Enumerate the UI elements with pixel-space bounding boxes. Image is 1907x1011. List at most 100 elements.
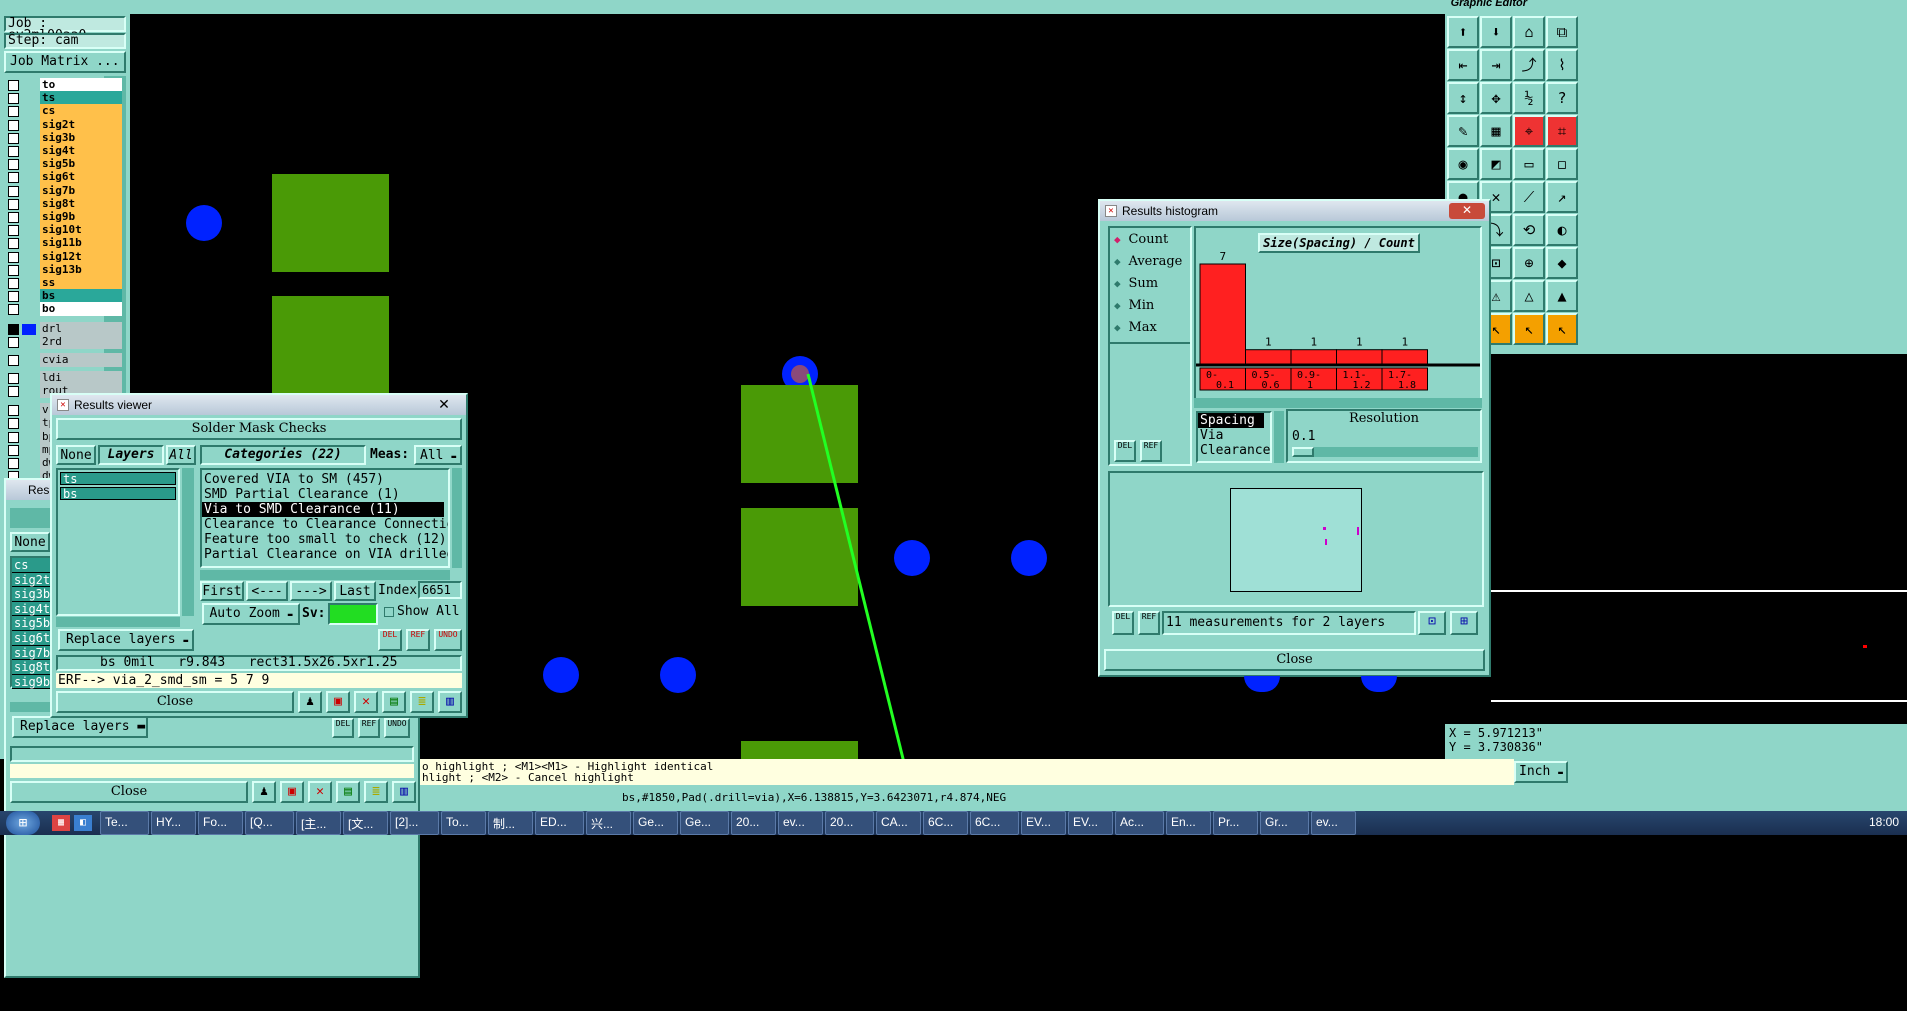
layer-checkbox[interactable] bbox=[8, 132, 19, 144]
layer-name[interactable]: sig10t bbox=[40, 223, 122, 238]
back-ref-button[interactable]: REF bbox=[358, 718, 380, 738]
smd-pad[interactable] bbox=[272, 296, 389, 394]
back-result-item[interactable]: sig2t bbox=[12, 572, 52, 588]
index-input[interactable]: 6651 bbox=[418, 581, 462, 599]
layer-checkbox[interactable] bbox=[8, 304, 19, 316]
smd-pad[interactable] bbox=[741, 385, 858, 483]
taskbar-item[interactable]: Pr... bbox=[1213, 811, 1258, 835]
person-icon[interactable]: ♟ bbox=[252, 781, 276, 803]
taskbar-item[interactable]: [主... bbox=[296, 811, 341, 835]
taskbar-item[interactable]: ev... bbox=[1311, 811, 1356, 835]
layer-name[interactable]: cvia bbox=[40, 352, 122, 367]
arrow-icon[interactable]: ↗ bbox=[1546, 181, 1578, 213]
layer-name[interactable]: sig12t bbox=[40, 249, 122, 264]
back-result-item[interactable]: cs bbox=[12, 558, 52, 573]
layer-row[interactable]: cvia bbox=[6, 352, 124, 368]
import-icon[interactable]: ⇤ bbox=[1447, 49, 1479, 81]
first-button[interactable]: First bbox=[200, 581, 244, 601]
taskbar-item[interactable]: To... bbox=[441, 811, 486, 835]
taskbar-item[interactable]: [2]... bbox=[390, 811, 439, 835]
layer-name[interactable]: sig5b bbox=[40, 157, 122, 172]
meas-dropdown[interactable]: All ▬ bbox=[414, 445, 462, 465]
layer-name[interactable]: to bbox=[40, 78, 122, 92]
resolution-slider[interactable] bbox=[1292, 447, 1478, 457]
shape-icon[interactable]: ◩ bbox=[1480, 148, 1512, 180]
categories-vscroll[interactable] bbox=[452, 468, 462, 568]
chart-icon[interactable]: ▥ bbox=[438, 691, 462, 713]
back-result-item[interactable]: sig5b bbox=[12, 616, 52, 631]
taskbar-item[interactable]: Te... bbox=[100, 811, 149, 835]
result-layer-item[interactable]: ts bbox=[60, 472, 176, 485]
select4-icon[interactable]: ↖ bbox=[1546, 313, 1578, 345]
quick-launch-icon[interactable]: ◧ bbox=[74, 815, 92, 831]
layer-checkbox[interactable] bbox=[8, 225, 19, 237]
hist-close-button[interactable]: Close bbox=[1104, 649, 1485, 671]
layer-checkbox[interactable] bbox=[8, 212, 19, 223]
back-result-item[interactable]: sig9b bbox=[12, 674, 52, 690]
layer-checkbox[interactable] bbox=[8, 291, 19, 303]
layer-checkbox[interactable] bbox=[8, 431, 19, 443]
units-dropdown[interactable]: Inch ▬ bbox=[1514, 761, 1568, 783]
layer-name[interactable]: sig3b bbox=[40, 130, 122, 145]
save-icon[interactable]: ⬆ bbox=[1447, 16, 1479, 48]
layer-checkbox[interactable] bbox=[8, 264, 19, 276]
layers-vscroll[interactable] bbox=[182, 468, 194, 616]
list-icon[interactable]: ▤ bbox=[336, 781, 360, 803]
layer-name[interactable]: drl bbox=[40, 321, 122, 336]
categories-hscroll[interactable] bbox=[200, 570, 450, 580]
replace-layers-dropdown[interactable]: Replace layers ▬ bbox=[58, 629, 194, 651]
fit-vertical-icon[interactable]: ↕ bbox=[1447, 82, 1479, 114]
layer-checkbox[interactable] bbox=[8, 172, 19, 184]
spacing-vscroll[interactable] bbox=[1274, 411, 1284, 463]
hist-del2-button[interactable]: DEL bbox=[1112, 611, 1134, 635]
layer-checkbox[interactable] bbox=[8, 336, 19, 348]
radio-icon[interactable]: ◆ bbox=[1114, 255, 1121, 268]
back-result-item[interactable]: sig3b bbox=[12, 587, 52, 602]
back-result-item[interactable]: sig4t bbox=[12, 601, 52, 617]
taskbar-item[interactable]: EV... bbox=[1068, 811, 1113, 835]
spacing-item[interactable]: Clearance bbox=[1198, 443, 1270, 458]
layer-checkbox[interactable] bbox=[8, 444, 19, 456]
layer-checkbox[interactable] bbox=[8, 354, 19, 366]
help-icon[interactable]: ? bbox=[1546, 82, 1578, 114]
layer-name[interactable]: 2rd bbox=[40, 334, 122, 349]
layer-checkbox[interactable] bbox=[8, 386, 19, 397]
hist-hscroll[interactable] bbox=[1194, 398, 1482, 408]
ref-button[interactable]: REF bbox=[406, 629, 430, 651]
histogram-bar[interactable] bbox=[1199, 263, 1246, 365]
category-item[interactable]: Clearance to Clearance Connection bbox=[202, 517, 448, 532]
list-icon[interactable]: ▤ bbox=[382, 691, 406, 713]
smd-pad[interactable] bbox=[272, 174, 389, 272]
category-item[interactable]: Via to SMD Clearance (11) bbox=[202, 502, 444, 517]
layer-name[interactable]: ts bbox=[40, 91, 122, 106]
close-icon[interactable]: ✕ bbox=[426, 397, 462, 413]
taskbar-item[interactable]: Fo... bbox=[198, 811, 243, 835]
fit-icon[interactable]: ⊞ bbox=[1450, 611, 1478, 635]
taskbar-item[interactable]: CA... bbox=[876, 811, 921, 835]
radio-icon[interactable]: ◆ bbox=[1114, 277, 1121, 290]
category-item[interactable]: SMD Partial Clearance (1) bbox=[202, 487, 448, 502]
spacing-item[interactable]: Via bbox=[1198, 428, 1270, 443]
taskbar-item[interactable]: EV... bbox=[1021, 811, 1066, 835]
layer-name[interactable]: sig11b bbox=[40, 236, 122, 251]
mode-option[interactable]: ◆ Min bbox=[1114, 298, 1154, 316]
layer-checkbox[interactable] bbox=[8, 323, 19, 335]
delete-icon[interactable]: ✕ bbox=[354, 691, 378, 713]
back-result-item[interactable]: sig8t bbox=[12, 660, 52, 675]
rect-icon[interactable]: ◻ bbox=[1546, 148, 1578, 180]
none-layers-button[interactable]: None bbox=[56, 445, 96, 465]
undo-button[interactable]: UNDO bbox=[434, 629, 462, 651]
taskbar-item[interactable]: [Q... bbox=[245, 811, 294, 835]
back-close-button[interactable]: Close bbox=[10, 781, 248, 803]
layer-name[interactable]: sig6t bbox=[40, 170, 122, 185]
monitor-icon[interactable]: ▣ bbox=[326, 691, 350, 713]
slider-thumb[interactable] bbox=[1292, 447, 1314, 457]
mode-option[interactable]: ◆ Sum bbox=[1114, 276, 1158, 294]
mode-option[interactable]: ◆ Count bbox=[1114, 232, 1168, 250]
layer-name[interactable]: sig13b bbox=[40, 262, 122, 277]
layer-name[interactable]: sig4t bbox=[40, 144, 122, 158]
back-del-button[interactable]: DEL bbox=[332, 718, 354, 738]
layer-checkbox[interactable] bbox=[8, 185, 19, 197]
prev-button[interactable]: <--- bbox=[246, 581, 288, 601]
back-result-item[interactable]: sig6t bbox=[12, 630, 52, 646]
